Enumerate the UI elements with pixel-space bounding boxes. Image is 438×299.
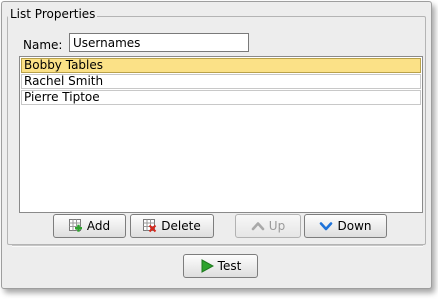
delete-button[interactable]: Delete bbox=[130, 214, 214, 238]
group-title: List Properties bbox=[8, 7, 98, 22]
add-button-label: Add bbox=[86, 219, 111, 233]
list-item[interactable]: Pierre Tiptoe bbox=[21, 90, 421, 105]
list-item[interactable]: Rachel Smith bbox=[21, 74, 421, 89]
separator bbox=[12, 245, 423, 247]
items-list[interactable]: Bobby Tables Rachel Smith Pierre Tiptoe bbox=[19, 56, 423, 213]
name-label: Name: bbox=[23, 38, 63, 52]
test-button-label: Test bbox=[217, 259, 242, 273]
delete-button-label: Delete bbox=[161, 219, 201, 233]
down-button-label: Down bbox=[337, 219, 372, 233]
down-button[interactable]: Down bbox=[304, 214, 387, 238]
delete-row-icon bbox=[143, 219, 157, 233]
name-input[interactable] bbox=[69, 33, 249, 52]
arrow-up-icon bbox=[251, 220, 265, 232]
up-button-label: Up bbox=[268, 219, 286, 233]
add-row-icon bbox=[68, 219, 83, 233]
up-button[interactable]: Up bbox=[235, 214, 301, 238]
test-button[interactable]: Test bbox=[183, 254, 258, 278]
add-button[interactable]: Add bbox=[53, 214, 126, 238]
list-properties-dialog: List Properties Name: Bobby Tables Rache… bbox=[1, 1, 432, 289]
arrow-down-icon bbox=[319, 220, 333, 232]
play-icon bbox=[200, 259, 214, 273]
list-item[interactable]: Bobby Tables bbox=[21, 58, 421, 73]
